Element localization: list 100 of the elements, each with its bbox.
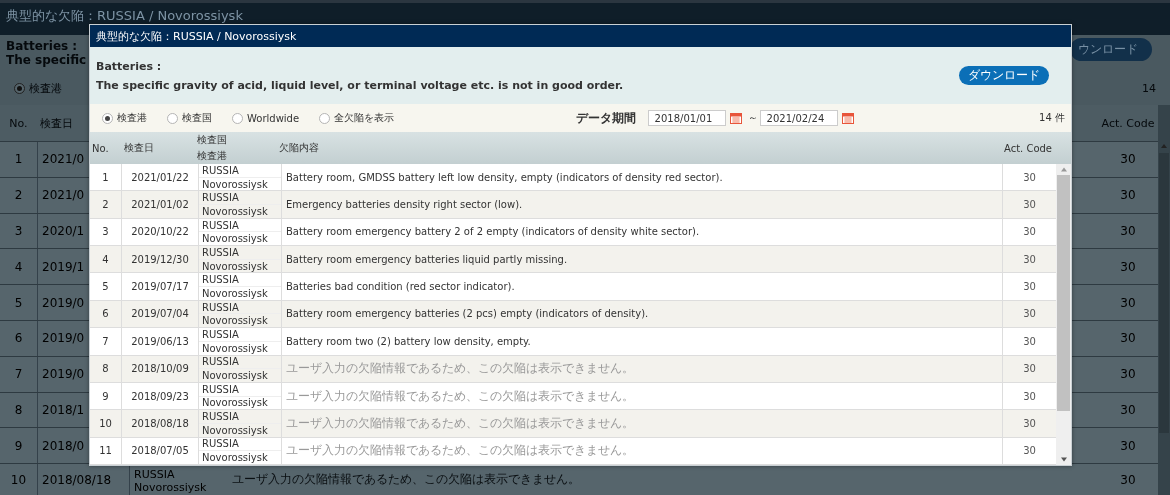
table-cell-text: ユーザ入力の欠陥情報であるため、この欠陥は表示できません。	[231, 471, 581, 489]
table-cell-text: 7	[13, 367, 24, 382]
column-header: 検査日	[123, 141, 155, 155]
table-cell-text: 6	[13, 331, 24, 346]
table-cell: 2018/09/23	[122, 382, 199, 410]
table-cell-text: RUSSIA	[201, 355, 240, 369]
table-cell: ユーザ入力の欠陥情報であるため、この欠陥は表示できません。	[282, 382, 1003, 410]
table-cell: Battery room emergency batteries (2 pcs) empty (indicators of density).	[282, 300, 1003, 328]
table-cell-text: 30	[1022, 225, 1037, 240]
table-cell: 2019/07/04	[122, 300, 199, 328]
table-cell: 7	[90, 328, 122, 355]
table-cell: Novorossiysk	[199, 231, 281, 246]
table-cell: 2019/12/30	[122, 246, 199, 273]
scrollbar[interactable]	[1056, 164, 1071, 465]
calendar-icon[interactable]	[841, 112, 854, 124]
start-date-field[interactable]: 2018/01/01	[647, 110, 726, 126]
category-label: Batteries :	[96, 59, 162, 73]
table-cell-text: RUSSIA	[201, 246, 240, 259]
table-cell-text: RUSSIA	[201, 437, 240, 451]
table-cell: 1	[90, 164, 122, 191]
period-label: データ期間	[575, 109, 636, 127]
table-cell: Novorossiysk	[199, 422, 281, 437]
table-cell: 10	[90, 410, 122, 437]
table-cell: Novorossiysk	[199, 395, 281, 410]
table-cell-text: 30	[1119, 331, 1137, 346]
table-cell: Novorossiysk	[199, 286, 281, 300]
radio-label[interactable]: 全欠陥を表示	[334, 111, 395, 125]
table-cell-text: 30	[1022, 416, 1037, 431]
radio-button[interactable]	[319, 112, 331, 124]
radio-button[interactable]	[232, 112, 243, 124]
table-cell: 2020/10/22	[122, 218, 199, 246]
table-cell-text: RUSSIA	[201, 382, 240, 396]
end-date-field[interactable]: 2021/02/24	[759, 110, 838, 126]
result-count: 14	[1142, 81, 1156, 95]
table-cell: 2019/0	[42, 367, 85, 382]
table-cell-text: RUSSIA	[201, 273, 240, 287]
radio-label[interactable]: Worldwide	[247, 112, 300, 124]
table-cell: 2019/0	[42, 331, 85, 346]
table-cell: 6	[90, 300, 122, 328]
table-cell-text: RUSSIA	[201, 300, 240, 314]
table-cell: Battery room two (2) battery low density, empty.	[282, 328, 1003, 355]
table-cell-text: 30	[1022, 280, 1037, 295]
table-cell-text: 30	[1119, 438, 1137, 453]
description-text: The specific	[6, 53, 87, 67]
table-cell-text: Novorossiysk	[134, 481, 208, 494]
table-cell: Novorossiysk	[199, 258, 281, 273]
description-text: The specific gravity of acid, liquid level, or terminal voltage etc. is not in good order.	[96, 78, 624, 92]
table-cell-text: 30	[1119, 224, 1137, 238]
table-cell: 2018/0	[42, 438, 85, 453]
table-cell-text: 30	[1022, 307, 1037, 322]
table-cell: 2019/06/13	[122, 328, 199, 355]
table-cell: Novorossiysk	[199, 176, 281, 191]
table-cell: 2019/07/17	[122, 273, 199, 300]
column-header: 検査国	[197, 133, 228, 147]
radio-button[interactable]	[167, 112, 178, 124]
table-cell-text: 30	[1022, 444, 1037, 459]
calendar-icon[interactable]	[729, 112, 742, 124]
table-cell: 2021/01/22	[122, 164, 199, 191]
table-cell-text: RUSSIA	[201, 191, 240, 205]
column-header: Act. Code	[1002, 142, 1053, 154]
table-cell-text: 30	[1119, 188, 1137, 203]
column-header: Act. Code	[1100, 116, 1156, 130]
table-cell: 2021/01/02	[122, 191, 199, 218]
table-cell-text: 30	[1022, 198, 1037, 213]
table-cell-text: 4	[13, 259, 24, 274]
table-cell: 2018/08/18	[122, 410, 199, 437]
radio-button[interactable]	[14, 82, 25, 94]
table-cell: Battery room emergency batteries liquid partly missing.	[282, 246, 1003, 273]
table-cell: 4	[90, 246, 122, 273]
table-cell: Novorossiysk	[199, 340, 281, 355]
scrollbar-thumb[interactable]	[1159, 153, 1169, 433]
download-button[interactable]: ウンロード	[1070, 38, 1152, 61]
column-header: No.	[91, 142, 110, 154]
table-cell: 2018/08/18	[42, 472, 112, 487]
table-cell-text: 30	[1022, 170, 1037, 185]
column-header: No.	[8, 116, 29, 130]
table-cell: 8	[90, 355, 122, 382]
table-cell: 9	[90, 382, 122, 410]
table-cell-text: 30	[1022, 362, 1037, 377]
table-cell-text: RUSSIA	[201, 410, 240, 423]
download-button[interactable]: ダウンロード	[959, 66, 1049, 85]
scrollbar-thumb[interactable]	[1057, 175, 1070, 411]
table-cell-text: 9	[13, 438, 24, 453]
radio-label[interactable]: 検査港	[117, 111, 147, 125]
table-cell: ユーザ入力の欠陥情報であるため、この欠陥は表示できません。	[282, 437, 1003, 464]
table-cell: 2021/0	[42, 188, 85, 203]
table-cell: ユーザ入力の欠陥情報であるため、この欠陥は表示できません。	[282, 355, 1003, 382]
table-cell: Battery room, GMDSS battery left low density, empty (indicators of density red sector).	[282, 164, 1003, 191]
table-cell: Novorossiysk	[199, 313, 281, 328]
table-cell: 2020/1	[42, 224, 85, 238]
range-separator: ～	[747, 111, 758, 125]
table-cell: Battery room emergency battery 2 of 2 empty (indicators of density white sector).	[282, 218, 1003, 246]
table-cell: 2018/10/09	[122, 355, 199, 382]
table-cell: 2	[90, 191, 122, 218]
radio-label[interactable]: 検査国	[182, 111, 212, 125]
table-cell-text: 30	[1022, 252, 1037, 267]
radio-button[interactable]	[102, 112, 113, 124]
table-cell-text: 3	[13, 224, 24, 238]
table-cell-text: 5	[13, 295, 24, 310]
table-cell-text: RUSSIA	[201, 328, 240, 341]
